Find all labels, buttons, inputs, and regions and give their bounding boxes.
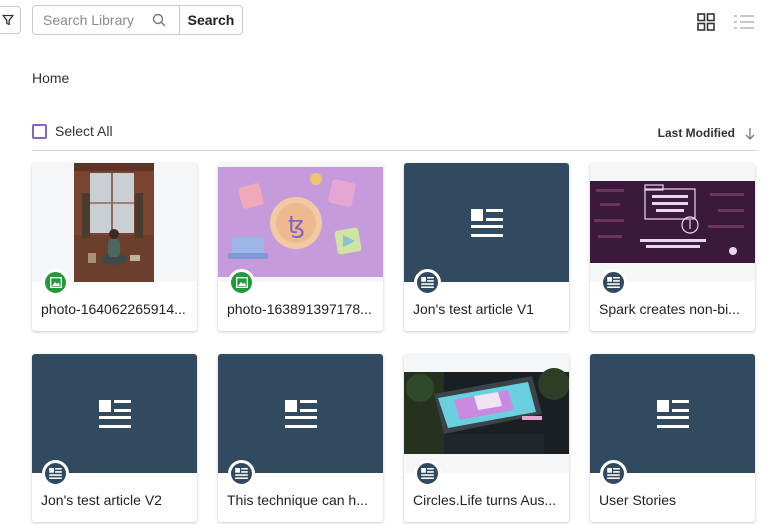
- card-thumbnail: [590, 163, 755, 282]
- article-type-badge: [600, 269, 627, 296]
- article-icon: [470, 208, 503, 237]
- library-card[interactable]: photo-164062265914...: [32, 163, 197, 331]
- select-all-label: Select All: [55, 123, 113, 139]
- card-thumbnail: [32, 354, 197, 473]
- card-title: This technique can h...: [227, 492, 368, 508]
- library-card[interactable]: Jon's test article V2: [32, 354, 197, 522]
- grid-view-icon[interactable]: [697, 13, 715, 31]
- library-grid: photo-164062265914... ꜩ photo-1638913971…: [32, 163, 755, 522]
- library-card[interactable]: ꜩ photo-163891397178...: [218, 163, 383, 331]
- library-card[interactable]: This technique can h...: [218, 354, 383, 522]
- arrow-down-icon[interactable]: [745, 127, 755, 140]
- photo-thumbnail-image: ꜩ: [218, 167, 383, 277]
- card-thumbnail: [590, 354, 755, 473]
- breadcrumb[interactable]: Home: [32, 70, 69, 86]
- search-icon: [152, 13, 166, 27]
- article-type-badge: [414, 269, 441, 296]
- photo-type-badge: [228, 269, 255, 296]
- card-title: photo-164062265914...: [41, 301, 186, 317]
- image-icon: [235, 277, 248, 288]
- article-icon: [98, 399, 131, 428]
- article-thumbnail-image: [404, 368, 569, 454]
- divider: [32, 150, 758, 151]
- card-title: Spark creates non-bi...: [599, 301, 740, 317]
- search-bar: Search: [32, 5, 243, 35]
- article-type-badge: [600, 460, 627, 487]
- library-card[interactable]: Circles.Life turns Aus...: [404, 354, 569, 522]
- article-icon: [421, 277, 434, 288]
- article-icon: [284, 399, 317, 428]
- article-type-badge: [42, 460, 69, 487]
- article-icon: [607, 468, 620, 479]
- library-card[interactable]: User Stories: [590, 354, 755, 522]
- article-icon: [607, 277, 620, 288]
- svg-text:ꜩ: ꜩ: [288, 211, 305, 239]
- select-all[interactable]: Select All: [32, 123, 113, 139]
- article-icon: [235, 468, 248, 479]
- select-all-checkbox[interactable]: [32, 123, 47, 139]
- card-title: Circles.Life turns Aus...: [413, 492, 557, 508]
- card-thumbnail: [32, 163, 197, 282]
- filter-icon: [1, 14, 14, 26]
- article-icon: [421, 468, 434, 479]
- filter-button[interactable]: [0, 6, 21, 34]
- card-thumbnail: [404, 354, 569, 473]
- article-icon: [49, 468, 62, 479]
- search-button[interactable]: Search: [179, 6, 242, 34]
- library-card[interactable]: Spark creates non-bi...: [590, 163, 755, 331]
- sort-label: Last Modified: [657, 126, 735, 140]
- article-type-badge: [228, 460, 255, 487]
- card-title: Jon's test article V2: [41, 492, 162, 508]
- card-thumbnail: ꜩ: [218, 163, 383, 282]
- card-thumbnail: [218, 354, 383, 473]
- photo-type-badge: [42, 269, 69, 296]
- article-type-badge: [414, 460, 441, 487]
- photo-thumbnail-image: [74, 163, 154, 282]
- card-title: User Stories: [599, 492, 677, 508]
- article-thumbnail-image: [590, 181, 755, 263]
- card-title: Jon's test article V1: [413, 301, 534, 317]
- sort-control[interactable]: Last Modified: [658, 126, 755, 140]
- image-icon: [49, 277, 62, 288]
- card-title: photo-163891397178...: [227, 301, 372, 317]
- card-thumbnail: [404, 163, 569, 282]
- library-card[interactable]: Jon's test article V1: [404, 163, 569, 331]
- list-view-icon[interactable]: [734, 13, 754, 31]
- article-icon: [656, 399, 689, 428]
